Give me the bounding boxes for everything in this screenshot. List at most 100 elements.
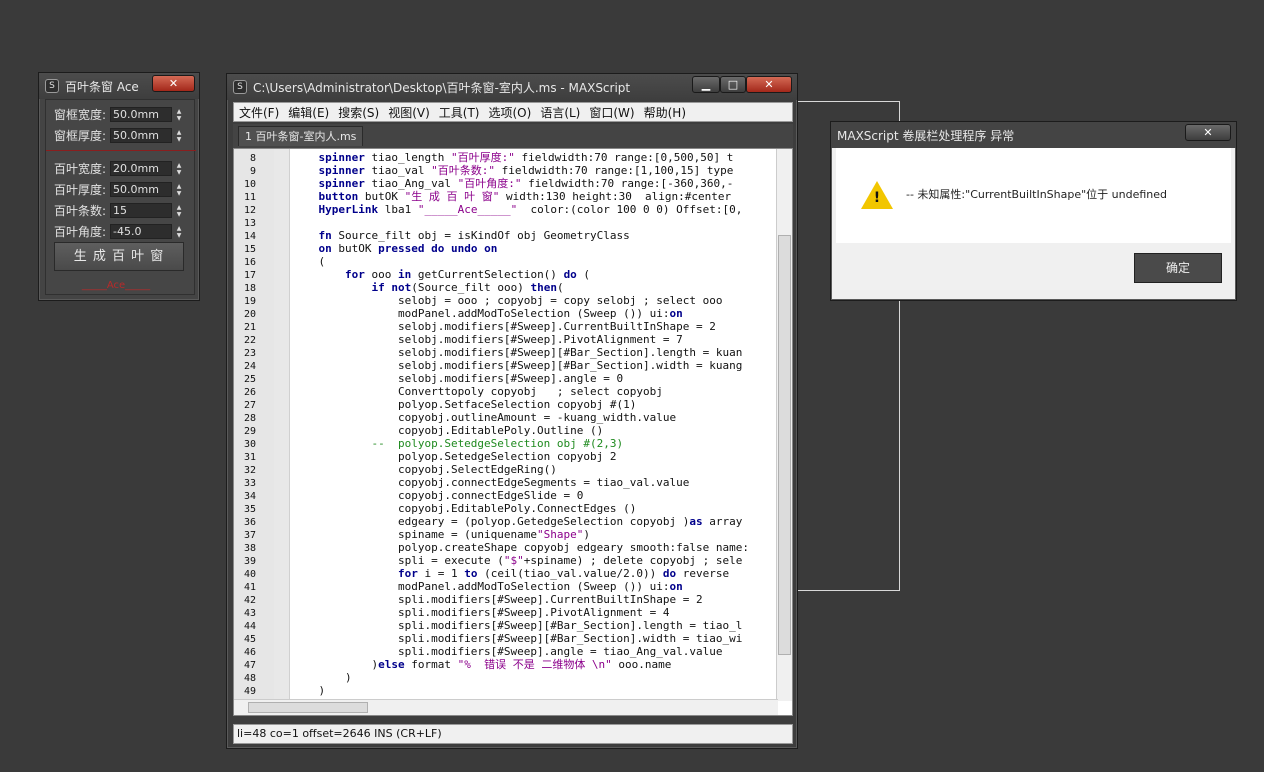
- file-tab[interactable]: 1 百叶条窗-室内人.ms: [238, 126, 364, 146]
- code-line[interactable]: 14 fn Source_filt obj = isKindOf obj Geo…: [234, 229, 778, 242]
- code-text: spli.modifiers[#Sweep].angle = tiao_Ang_…: [292, 645, 723, 658]
- ace-hyperlink[interactable]: _____Ace_____: [46, 280, 186, 291]
- louver-angle-spinner-arrows[interactable]: ▲ ▼: [174, 224, 184, 239]
- frame-width-row: 窗框宽度: 50.0mm ▲ ▼: [54, 106, 184, 123]
- louver-thickness-spinner[interactable]: 50.0mm: [110, 182, 172, 197]
- maxscript-app-icon: S: [233, 80, 247, 94]
- louver-count-spinner-arrows[interactable]: ▲ ▼: [174, 203, 184, 218]
- code-text: copyobj.EditablePoly.ConnectEdges (): [292, 502, 637, 515]
- code-text: polyop.SetedgeSelection copyobj 2: [292, 450, 617, 463]
- code-line[interactable]: 45 spli.modifiers[#Sweep][#Bar_Section].…: [234, 632, 778, 645]
- maxscript-app-icon: S: [45, 79, 59, 93]
- ok-button[interactable]: 确定: [1134, 253, 1222, 283]
- warning-icon-mark: !: [873, 190, 881, 206]
- code-text: spli.modifiers[#Sweep].PivotAlignment = …: [292, 606, 670, 619]
- code-text: ): [292, 671, 352, 684]
- generate-louver-button[interactable]: 生 成 百 叶 窗: [54, 242, 184, 271]
- dialog-close-button[interactable]: ✕: [1185, 124, 1231, 141]
- code-line[interactable]: 32 copyobj.SelectEdgeRing(): [234, 463, 778, 476]
- code-text: modPanel.addModToSelection (Sweep ()) ui…: [292, 307, 683, 320]
- code-text: spinner tiao_Ang_val "百叶角度:" fieldwidth:…: [318, 177, 734, 190]
- louver-thickness-spinner-arrows[interactable]: ▲ ▼: [174, 182, 184, 197]
- code-line[interactable]: 48 ): [234, 671, 778, 684]
- code-line[interactable]: 26 Converttopoly copyobj ; select copyob…: [234, 385, 778, 398]
- vertical-scrollbar[interactable]: [776, 149, 792, 701]
- code-line[interactable]: 12 HyperLink lba1 "_____Ace_____" color:…: [234, 203, 778, 216]
- code-line[interactable]: 25 selobj.modifiers[#Sweep].angle = 0: [234, 372, 778, 385]
- code-text: spli.modifiers[#Sweep][#Bar_Section].len…: [292, 619, 743, 632]
- code-line[interactable]: 23 selobj.modifiers[#Sweep][#Bar_Section…: [234, 346, 778, 359]
- code-line[interactable]: 30 -- polyop.SetedgeSelection obj #(2,3): [234, 437, 778, 450]
- code-editor[interactable]: 8 spinner tiao_length "百叶厚度:" fieldwidth…: [233, 148, 793, 716]
- code-line[interactable]: 11 button butOK "生 成 百 叶 窗" width:130 he…: [234, 190, 778, 203]
- horizontal-scrollbar[interactable]: [234, 699, 778, 715]
- code-line[interactable]: 13: [234, 216, 778, 229]
- horizontal-scroll-thumb[interactable]: [248, 702, 368, 713]
- louver-width-spinner[interactable]: 20.0mm: [110, 161, 172, 176]
- menu-window[interactable]: 窗口(W): [589, 104, 634, 121]
- code-line[interactable]: 18 if not(Source_filt ooo) then(: [234, 281, 778, 294]
- code-line[interactable]: 27 polyop.SetfaceSelection copyobj #(1): [234, 398, 778, 411]
- menu-search[interactable]: 搜索(S): [338, 104, 379, 121]
- code-line[interactable]: 41 modPanel.addModToSelection (Sweep ())…: [234, 580, 778, 593]
- rollout-close-button[interactable]: ✕: [152, 75, 195, 92]
- code-line[interactable]: 22 selobj.modifiers[#Sweep].PivotAlignme…: [234, 333, 778, 346]
- code-line[interactable]: 35 copyobj.EditablePoly.ConnectEdges (): [234, 502, 778, 515]
- code-line[interactable]: 49 ): [234, 684, 778, 697]
- menu-options[interactable]: 选项(O): [489, 104, 532, 121]
- dialog-titlebar[interactable]: MAXScript 卷展栏处理程序 异常: [831, 122, 1236, 148]
- frame-thickness-spinner-arrows[interactable]: ▲ ▼: [174, 128, 184, 143]
- code-line[interactable]: 38 polyop.createShape copyobj edgeary sm…: [234, 541, 778, 554]
- vertical-scroll-thumb[interactable]: [778, 235, 791, 655]
- editor-close-button[interactable]: ✕: [746, 76, 792, 93]
- minimize-button[interactable]: ▁: [692, 76, 720, 93]
- rollout-body: 窗框宽度: 50.0mm ▲ ▼ 窗框厚度: 50.0mm ▲ ▼ 百叶宽度: 20…: [45, 99, 196, 295]
- menu-file[interactable]: 文件(F): [239, 104, 279, 121]
- dialog-title: MAXScript 卷展栏处理程序 异常: [837, 128, 1015, 143]
- menu-view[interactable]: 视图(V): [388, 104, 430, 121]
- code-line[interactable]: 43 spli.modifiers[#Sweep].PivotAlignment…: [234, 606, 778, 619]
- code-text: spli.modifiers[#Sweep][#Bar_Section].wid…: [292, 632, 743, 645]
- code-line[interactable]: 24 selobj.modifiers[#Sweep][#Bar_Section…: [234, 359, 778, 372]
- frame-thickness-spinner[interactable]: 50.0mm: [110, 128, 172, 143]
- code-line[interactable]: 39 spli = execute ("$"+spiname) ; delete…: [234, 554, 778, 567]
- code-line[interactable]: 46 spli.modifiers[#Sweep].angle = tiao_A…: [234, 645, 778, 658]
- file-tab-bar: 1 百叶条窗-室内人.ms: [233, 124, 793, 148]
- code-line[interactable]: 34 copyobj.connectEdgeSlide = 0: [234, 489, 778, 502]
- frame-width-spinner-arrows[interactable]: ▲ ▼: [174, 107, 184, 122]
- code-line[interactable]: 10 spinner tiao_Ang_val "百叶角度:" fieldwid…: [234, 177, 778, 190]
- menu-edit[interactable]: 编辑(E): [288, 104, 329, 121]
- code-line[interactable]: 20 modPanel.addModToSelection (Sweep ())…: [234, 307, 778, 320]
- code-text: copyobj.connectEdgeSegments = tiao_val.v…: [292, 476, 690, 489]
- menu-language[interactable]: 语言(L): [540, 104, 580, 121]
- code-line[interactable]: 8 spinner tiao_length "百叶厚度:" fieldwidth…: [234, 151, 778, 164]
- louver-count-spinner[interactable]: 15: [110, 203, 172, 218]
- code-text: button butOK "生 成 百 叶 窗" width:130 heigh…: [318, 190, 732, 203]
- code-line[interactable]: 9 spinner tiao_val "百叶条数:" fieldwidth:70…: [234, 164, 778, 177]
- code-line[interactable]: 17 for ooo in getCurrentSelection() do (: [234, 268, 778, 281]
- menu-help[interactable]: 帮助(H): [644, 104, 686, 121]
- code-line[interactable]: 31 polyop.SetedgeSelection copyobj 2: [234, 450, 778, 463]
- code-line[interactable]: 15 on butOK pressed do undo on: [234, 242, 778, 255]
- code-line[interactable]: 16 (: [234, 255, 778, 268]
- code-line[interactable]: 44 spli.modifiers[#Sweep][#Bar_Section].…: [234, 619, 778, 632]
- frame-width-spinner[interactable]: 50.0mm: [110, 107, 172, 122]
- louver-width-spinner-arrows[interactable]: ▲ ▼: [174, 161, 184, 176]
- code-line[interactable]: 21 selobj.modifiers[#Sweep].CurrentBuilt…: [234, 320, 778, 333]
- menu-tools[interactable]: 工具(T): [439, 104, 480, 121]
- code-line[interactable]: 28 copyobj.outlineAmount = -kuang_width.…: [234, 411, 778, 424]
- code-line[interactable]: 42 spli.modifiers[#Sweep].CurrentBuiltIn…: [234, 593, 778, 606]
- code-line[interactable]: 29 copyobj.EditablePoly.Outline (): [234, 424, 778, 437]
- code-lines: 8 spinner tiao_length "百叶厚度:" fieldwidth…: [234, 151, 778, 701]
- code-line[interactable]: 19 selobj = ooo ; copyobj = copy selobj …: [234, 294, 778, 307]
- maximize-button[interactable]: □: [720, 76, 746, 93]
- code-text: spinner tiao_val "百叶条数:" fieldwidth:70 r…: [318, 164, 734, 177]
- status-bar: li=48 co=1 offset=2646 INS (CR+LF): [233, 724, 793, 744]
- code-line[interactable]: 40 for i = 1 to (ceil(tiao_val.value/2.0…: [234, 567, 778, 580]
- rollout-window: S 百叶条窗 Ace ✕ 窗框宽度: 50.0mm ▲ ▼ 窗框厚度: 50.0m…: [38, 72, 200, 301]
- code-line[interactable]: 37 spiname = (uniquename"Shape"): [234, 528, 778, 541]
- code-line[interactable]: 36 edgeary = (polyop.GetedgeSelection co…: [234, 515, 778, 528]
- code-line[interactable]: 33 copyobj.connectEdgeSegments = tiao_va…: [234, 476, 778, 489]
- louver-angle-spinner[interactable]: -45.0: [110, 224, 172, 239]
- code-line[interactable]: 47 )else format "% 错误 不是 二维物体 \n" ooo.na…: [234, 658, 778, 671]
